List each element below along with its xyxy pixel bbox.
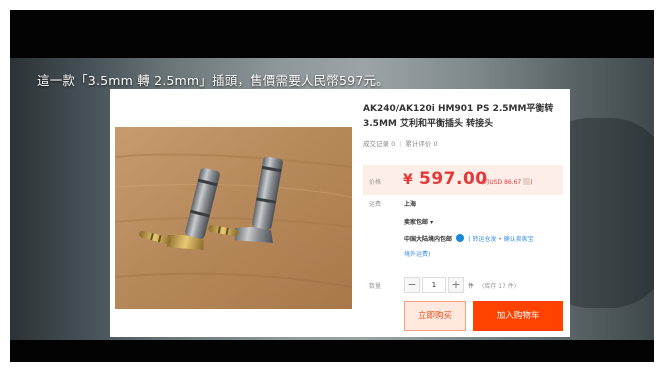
quantity-decrease-button[interactable]: − xyxy=(404,277,420,293)
usd-price: (约USD 86.67) xyxy=(481,178,533,186)
product-title: AK240/AK120i HM901 PS 2.5MM平衡转3.5MM 艾利和平… xyxy=(363,104,554,129)
product-price: 597.00 xyxy=(419,169,488,189)
currency-symbol: ¥ xyxy=(403,172,413,188)
ship-from: 上海 xyxy=(404,201,417,208)
meta-divider: | xyxy=(399,140,402,148)
video-caption: 這一款「3.5mm 轉 2.5mm」插頭，售價需要人民幣597元。 xyxy=(37,73,389,88)
ship-mode-select[interactable]: 卖家包邮 ▾ xyxy=(404,217,433,226)
transactions-link[interactable]: 成交记录 0 xyxy=(363,140,395,148)
price-label: 价格 xyxy=(369,179,382,186)
ship-note-continued: 境外运费) xyxy=(404,251,431,258)
product-photo xyxy=(115,127,352,309)
quantity-label: 数量 xyxy=(369,283,382,290)
shipping-label: 运费 xyxy=(369,201,382,208)
price-box: 价格 ¥ 597.00 (约USD 86.67) xyxy=(363,165,563,195)
video-frame: 這一款「3.5mm 轉 2.5mm」插頭，售價需要人民幣597元。 AK240/… xyxy=(10,10,654,362)
add-to-cart-button[interactable]: 加入购物车 xyxy=(473,301,563,331)
stock-count: (库存 17 件) xyxy=(482,283,517,290)
ship-destination: 中国大陆境内包邮 ( 转运仓发 • 确认卖家宝 xyxy=(404,234,534,243)
reviews-link[interactable]: 累计评价 0 xyxy=(405,140,437,148)
ship-note[interactable]: ( 转运仓发 • 确认卖家宝 xyxy=(468,236,534,243)
quantity-increase-button[interactable]: + xyxy=(448,277,464,293)
product-meta: 成交记录 0 | 累计评价 0 xyxy=(363,138,438,148)
quantity-input[interactable]: 1 xyxy=(422,277,446,293)
ship-to: 中国大陆境内包邮 xyxy=(404,236,453,243)
transit-icon xyxy=(456,234,465,242)
product-card: AK240/AK120i HM901 PS 2.5MM平衡转3.5MM 艾利和平… xyxy=(110,89,570,337)
buy-now-button[interactable]: 立即购买 xyxy=(404,301,466,331)
quantity-unit: 件 xyxy=(468,283,475,290)
